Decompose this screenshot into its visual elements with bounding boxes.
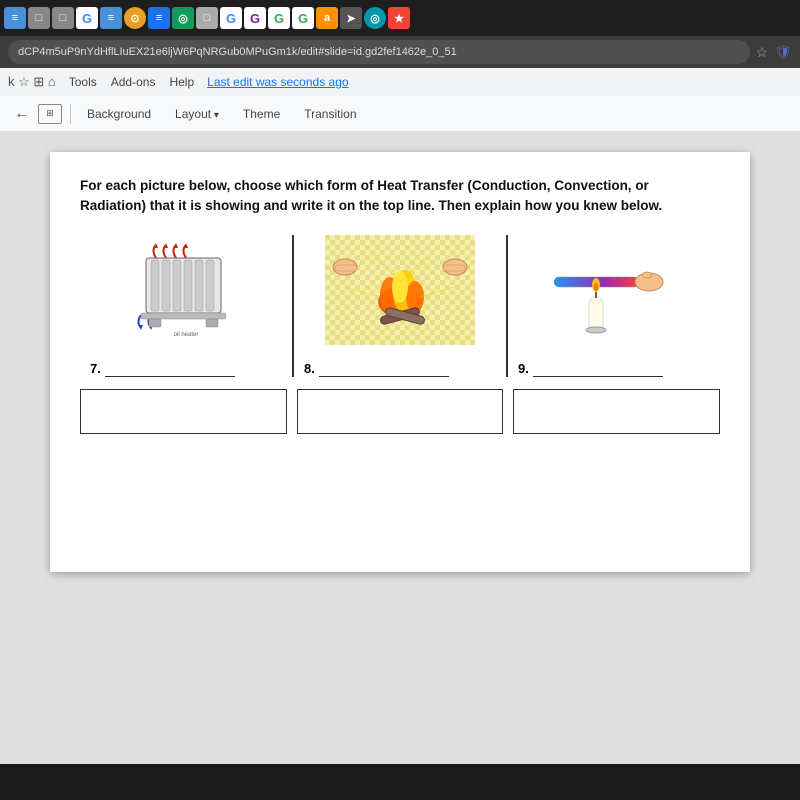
tab-icon-13[interactable]: G: [292, 7, 314, 29]
tab-icon-14[interactable]: a: [316, 7, 338, 29]
tab-icon-15[interactable]: ➤: [340, 7, 362, 29]
question-number-9: 9.: [518, 361, 529, 376]
tab-icon-9[interactable]: □: [196, 7, 218, 29]
tab-icon-12[interactable]: G: [268, 7, 290, 29]
transition-button[interactable]: Transition: [296, 103, 364, 125]
explain-box-9[interactable]: [513, 389, 720, 434]
explain-box-7[interactable]: [80, 389, 287, 434]
tab-icon-1[interactable]: ≡: [4, 7, 26, 29]
tab-bar: ≡ □ □ G ≡ ⊙ ≡ ◎ □ G G G G a ➤ ◎ ★: [0, 0, 800, 36]
menu-tools[interactable]: Tools: [64, 73, 102, 91]
bookmark-icon[interactable]: ☆: [756, 44, 769, 61]
tab-icon-6[interactable]: ⊙: [124, 7, 146, 29]
answer-line-row-9: 9.: [518, 361, 710, 377]
slide-area: For each picture below, choose which for…: [0, 132, 800, 764]
tab-icon-2[interactable]: □: [28, 7, 50, 29]
menu-help[interactable]: Help: [164, 73, 199, 91]
picture-cell-8: 8.: [294, 235, 508, 377]
image-box-7: oil heater: [116, 235, 256, 345]
instruction-line2: Radiation) that it is showing and write …: [80, 198, 662, 213]
tab-icon-17[interactable]: ★: [388, 7, 410, 29]
picture-cell-9: 9.: [508, 235, 720, 377]
tab-icon-4[interactable]: G: [76, 7, 98, 29]
answer-line-row-8: 8.: [304, 361, 496, 377]
explain-box-8[interactable]: [297, 389, 504, 434]
tab-icon-11[interactable]: G: [244, 7, 266, 29]
campfire-illustration: [325, 237, 475, 342]
bottom-cell-7: [80, 383, 287, 434]
tab-icon-5[interactable]: ≡: [100, 7, 122, 29]
answer-line-9[interactable]: [533, 361, 663, 377]
question-number-8: 8.: [304, 361, 315, 376]
pictures-row: oil heater 7.: [80, 235, 720, 377]
bottom-cell-8: [297, 383, 504, 434]
last-edit-text: Last edit was seconds ago: [207, 75, 348, 89]
instruction-line1: For each picture below, choose which for…: [80, 178, 649, 193]
bottom-row: [80, 383, 720, 434]
candle-rod-illustration: [549, 242, 679, 337]
toolbar-divider-1: [70, 104, 71, 124]
menu-addons[interactable]: Add-ons: [106, 73, 161, 91]
tab-icon-10[interactable]: G: [220, 7, 242, 29]
tab-icon-16[interactable]: ◎: [364, 7, 386, 29]
menu-row: k ☆ ⊞ ⌂ Tools Add-ons Help Last edit was…: [0, 68, 800, 96]
campfire-area: [325, 235, 475, 345]
theme-button[interactable]: Theme: [235, 103, 288, 125]
image-box-8: [330, 235, 470, 345]
slide: For each picture below, choose which for…: [50, 152, 750, 572]
address-bar-row: dCP4m5uP9nYdHflLIuEX21e6ljW6PqNRGub0MPuG…: [0, 36, 800, 68]
answer-line-row-7: 7.: [90, 361, 282, 377]
picture-cell-7: oil heater 7.: [80, 235, 294, 377]
svg-text:oil heater: oil heater: [174, 332, 199, 338]
layout-button[interactable]: Layout: [167, 103, 227, 125]
background-button[interactable]: Background: [79, 103, 159, 125]
slide-panel-icon[interactable]: ⊞: [38, 104, 62, 124]
question-number-7: 7.: [90, 361, 101, 376]
radiator-illustration: oil heater: [131, 240, 241, 340]
candle-area: [544, 240, 684, 340]
image-box-9: [544, 235, 684, 345]
shield-icon[interactable]: 🛡: [774, 44, 792, 61]
toolbar-left: ← ⊞: [10, 103, 62, 125]
tab-icon-7[interactable]: ≡: [148, 7, 170, 29]
toolbar: ← ⊞ Background Layout Theme Transition: [0, 96, 800, 132]
address-text: dCP4m5uP9nYdHflLIuEX21e6ljW6PqNRGub0MPuG…: [18, 46, 457, 58]
address-bar[interactable]: dCP4m5uP9nYdHflLIuEX21e6ljW6PqNRGub0MPuG…: [8, 40, 750, 64]
back-arrow[interactable]: ←: [10, 103, 34, 125]
back-btn[interactable]: k ☆ ⊞ ⌂: [8, 74, 56, 90]
answer-line-7[interactable]: [105, 361, 235, 377]
slide-instructions: For each picture below, choose which for…: [80, 176, 720, 217]
bottom-cell-9: [513, 383, 720, 434]
answer-line-8[interactable]: [319, 361, 449, 377]
tab-icon-8[interactable]: ◎: [172, 7, 194, 29]
tab-icon-3[interactable]: □: [52, 7, 74, 29]
